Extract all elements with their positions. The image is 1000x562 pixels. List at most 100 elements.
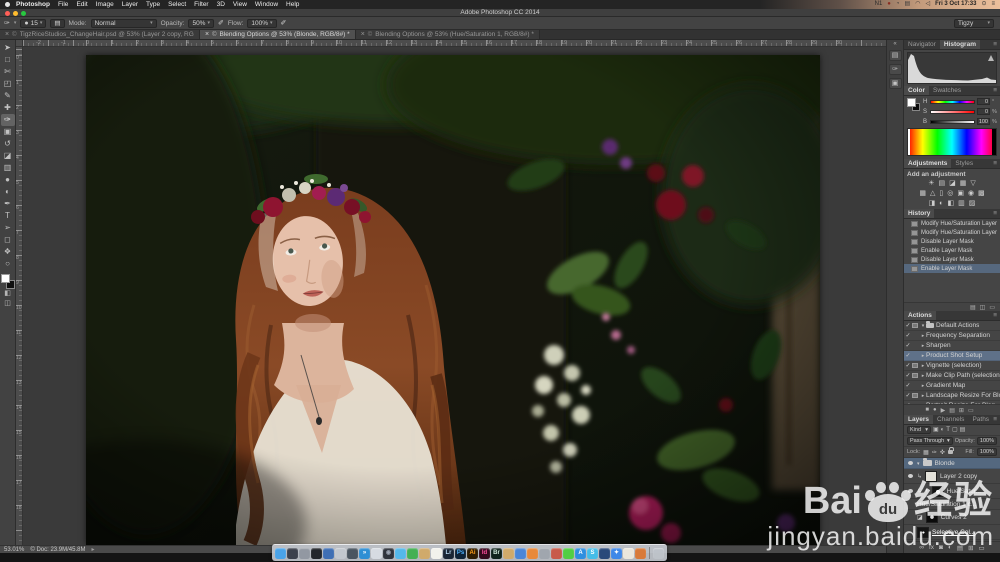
ruler-origin-corner[interactable] [16, 40, 23, 47]
adjustment-icon[interactable]: ◧ [947, 200, 954, 208]
airbrush-icon[interactable]: ✐ [281, 19, 287, 27]
adjustment-icon[interactable]: ◪ [949, 180, 956, 188]
action-enabled-check-icon[interactable]: ✓ [904, 362, 912, 369]
adjustment-icon[interactable]: ◐ [939, 200, 943, 208]
dock-icon[interactable]: Lr [443, 547, 454, 559]
dock-icon[interactable]: ✦ [611, 547, 622, 559]
toggle-brush-panel-button[interactable]: ▤ [50, 18, 65, 28]
menu-item[interactable]: Image [96, 0, 114, 9]
status-icon[interactable]: ◔ [896, 0, 900, 9]
panel-menu-icon[interactable] [993, 40, 1000, 49]
dock-icon[interactable] [503, 547, 514, 559]
canvas-photo[interactable] [86, 55, 820, 545]
actions-footer-icon[interactable]: ▭ [968, 407, 974, 414]
layer-filter-kind-select[interactable]: Kind ▾ [907, 426, 931, 434]
document-tab[interactable]: × © TigzRiceStudios_ChangeHair.psd @ 53%… [0, 30, 200, 39]
brush-preset-picker[interactable]: ● 15 ▾ [20, 18, 47, 28]
flow-select[interactable]: 100% ▾ [247, 18, 277, 28]
history-footer-icon[interactable]: ▤ [970, 304, 976, 311]
group-expand-icon[interactable] [917, 460, 920, 467]
action-dialog-toggle-icon[interactable] [912, 323, 918, 328]
collapsed-panel-icon[interactable]: ▤ [888, 50, 902, 61]
action-dialog-toggle-icon[interactable] [912, 393, 918, 398]
history-state-row[interactable]: Modify Hue/Saturation Layer [904, 228, 1000, 237]
menu-item[interactable]: 3D [217, 0, 225, 9]
dock-icon[interactable] [515, 547, 526, 559]
visibility-eye-icon[interactable] [907, 461, 913, 465]
action-row[interactable]: ✓ ▾ Default Actions [904, 321, 1000, 331]
saturation-slider[interactable] [930, 109, 975, 114]
action-enabled-check-icon[interactable]: ✓ [904, 382, 912, 389]
panel-menu-icon[interactable] [993, 159, 1000, 168]
adjustment-icon[interactable]: ▯ [939, 190, 943, 198]
minimize-window-button[interactable] [13, 10, 18, 16]
tool-button[interactable]: ✒ [1, 198, 15, 210]
tool-button[interactable]: ◪ [1, 150, 15, 162]
menu-item[interactable]: Window [255, 0, 278, 9]
actions-footer-icon[interactable]: ■ [925, 407, 929, 413]
action-row[interactable]: ✓ ▸ Gradient Map [904, 381, 1000, 391]
menu-item[interactable]: File [58, 0, 68, 9]
brush-tool-icon[interactable]: ✑ [4, 19, 10, 27]
toolbar-mode-button[interactable]: ◧ [1, 289, 15, 299]
foreground-color-swatch[interactable] [907, 98, 916, 107]
dock-icon[interactable]: S [587, 547, 598, 559]
adjustment-icon[interactable]: ▤ [939, 180, 946, 188]
dock-icon[interactable] [347, 547, 358, 559]
action-row[interactable]: ✓ ▸ Vignette (selection) [904, 361, 1000, 371]
adjustment-icon[interactable]: ▦ [960, 180, 967, 188]
menu-item[interactable]: Select [168, 0, 186, 9]
action-row[interactable]: ✓ ▸ Sharpen [904, 341, 1000, 351]
action-dialog-toggle-icon[interactable] [912, 373, 918, 378]
notification-center-icon[interactable]: ≡ [991, 0, 995, 9]
status-icon[interactable]: ◁ [925, 0, 930, 9]
color-spectrum-ramp[interactable] [907, 128, 997, 156]
apple-logo-icon[interactable] [5, 2, 10, 7]
window-title-bar[interactable]: Adobe Photoshop CC 2014 [0, 9, 1000, 17]
dock-icon[interactable]: Br [491, 547, 502, 559]
tool-button[interactable]: ↺ [1, 138, 15, 150]
adjustment-icon[interactable]: ◉ [968, 190, 974, 198]
blend-mode-select[interactable]: Normal ▾ [90, 18, 157, 28]
history-footer-icon[interactable]: ◫ [980, 304, 986, 311]
actions-footer-icon[interactable]: ▶ [941, 407, 946, 414]
dock-icon[interactable] [539, 547, 550, 559]
color-panel-swatches[interactable] [907, 98, 920, 111]
dock-icon[interactable] [371, 547, 382, 559]
dock-icon[interactable]: Id [479, 547, 490, 559]
tool-button[interactable]: □ [1, 54, 15, 66]
tool-button[interactable]: T [1, 210, 15, 222]
menu-item[interactable]: View [233, 0, 247, 9]
collapsed-panel-icon[interactable]: ▣ [888, 78, 902, 89]
tool-button[interactable]: ◐ [1, 186, 15, 198]
dock-icon[interactable] [563, 547, 574, 559]
close-tab-icon[interactable]: × [205, 31, 209, 38]
brightness-slider[interactable] [930, 119, 975, 124]
brightness-value[interactable]: 100 [977, 118, 990, 125]
panel-menu-icon[interactable] [993, 209, 1000, 218]
tool-button[interactable]: ✎ [1, 90, 15, 102]
trash-icon[interactable] [653, 547, 664, 559]
layer-filter-icon[interactable]: ◐ [941, 425, 945, 436]
lock-all-icon[interactable] [947, 447, 954, 454]
tool-button[interactable]: ✚ [1, 102, 15, 114]
layer-filter-icon[interactable]: ▣ [933, 425, 939, 436]
history-footer-icon[interactable]: ▭ [989, 304, 995, 311]
panel-menu-icon[interactable] [993, 311, 1000, 320]
lock-option-icon[interactable]: ✜ [940, 449, 945, 456]
tab-history[interactable]: History [904, 209, 935, 218]
status-icon[interactable]: ▤ [905, 0, 911, 9]
adjustment-icon[interactable]: ▣ [957, 190, 964, 198]
close-window-button[interactable] [5, 10, 10, 16]
dock-icon[interactable] [527, 547, 538, 559]
vertical-ruler[interactable]: 0 1 2 3 4 5 6 7 8 9 10 11 12 13 14 15 16 17 18 [16, 47, 23, 553]
tool-button[interactable]: ▥ [1, 162, 15, 174]
history-state-row[interactable]: Disable Layer Mask [904, 237, 1000, 246]
toolbar-mode-button[interactable]: ◫ [1, 299, 15, 309]
tool-button[interactable]: ● [1, 174, 15, 186]
action-enabled-check-icon[interactable]: ✓ [904, 372, 912, 379]
action-enabled-check-icon[interactable]: ✓ [904, 392, 912, 399]
dock-icon[interactable] [623, 547, 634, 559]
dock-icon[interactable] [323, 547, 334, 559]
tab-channels[interactable]: Channels [933, 415, 968, 424]
